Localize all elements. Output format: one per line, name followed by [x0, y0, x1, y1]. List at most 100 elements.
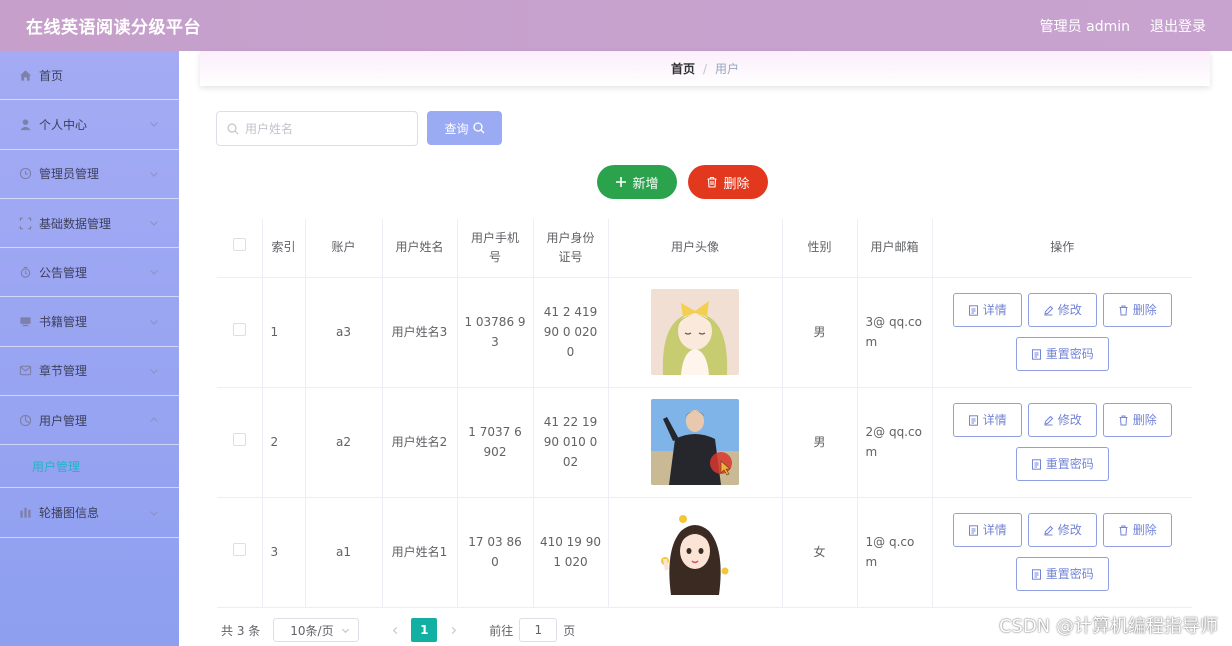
reset-password-label: 重置密码	[1045, 457, 1094, 471]
reset-password-button[interactable]: 重置密码	[1015, 337, 1109, 371]
breadcrumb-home[interactable]: 首页	[671, 60, 695, 77]
table-row: 3 a1 用户姓名1 17 03 86 0 410 19 901 020 女 1…	[217, 497, 1192, 608]
cell-phone: 1 7037 6 902	[457, 387, 534, 498]
search-field[interactable]	[216, 111, 418, 146]
cell-name: 用户姓名3	[382, 277, 458, 388]
cell-index: 2	[262, 387, 306, 498]
cell-phone: 17 03 86 0	[457, 497, 534, 608]
notice-icon	[18, 265, 32, 279]
delete-button[interactable]: 删除	[1102, 293, 1172, 327]
chevron-down-icon	[150, 122, 158, 128]
add-button-label: 新增	[632, 176, 659, 192]
column-header: 用户姓名	[382, 219, 458, 278]
delete-label: 删除	[1132, 523, 1157, 537]
reset-password-button[interactable]: 重置密码	[1015, 557, 1109, 591]
sidebar-item-carousel[interactable]: 轮播图信息	[0, 488, 179, 538]
sidebar-item-base-data[interactable]: 基础数据管理	[0, 199, 179, 249]
document-icon	[1031, 348, 1041, 360]
chevron-down-icon	[150, 171, 158, 177]
cell-name: 用户姓名2	[382, 387, 458, 498]
sidebar-item-chapters[interactable]: 章节管理	[0, 347, 179, 397]
delete-button[interactable]: 删除	[1102, 403, 1172, 437]
row-checkbox[interactable]	[232, 433, 246, 446]
row-actions: 详情 修改 删除 重置密码	[939, 513, 1187, 591]
sidebar-item-label: 轮播图信息	[39, 506, 100, 521]
cell-actions: 详情 修改 删除 重置密码	[932, 387, 1192, 498]
sidebar-item-label: 书籍管理	[39, 315, 88, 330]
row-checkbox[interactable]	[232, 323, 246, 336]
prev-page-button[interactable]	[385, 618, 405, 642]
sidebar-item-label: 用户管理	[39, 413, 88, 428]
trash-icon	[707, 176, 717, 188]
sidebar-item-home[interactable]: 首页	[0, 51, 179, 101]
trash-icon	[1119, 525, 1128, 535]
chevron-down-icon	[150, 221, 158, 226]
add-button[interactable]: 新增	[597, 165, 677, 199]
cell-gender: 女	[782, 497, 858, 608]
detail-button[interactable]: 详情	[952, 403, 1022, 437]
delete-button-label: 删除	[723, 176, 750, 192]
chevron-down-icon	[150, 319, 158, 325]
sidebar-item-notice[interactable]: 公告管理	[0, 248, 179, 298]
column-header: 用户身份证号	[533, 219, 609, 278]
cell-actions: 详情 修改 删除 重置密码	[932, 277, 1192, 388]
batch-delete-button[interactable]: 删除	[688, 165, 768, 199]
avatar-image	[651, 509, 739, 595]
sidebar-subitem-user-management[interactable]: 用户管理	[0, 445, 179, 489]
sidebar-item-admin[interactable]: 管理员管理	[0, 150, 179, 199]
page-size-select[interactable]: 10条/页	[273, 618, 360, 642]
row-checkbox[interactable]	[232, 543, 246, 556]
edit-button[interactable]: 修改	[1027, 403, 1097, 437]
delete-button[interactable]: 删除	[1102, 513, 1172, 547]
row-select-cell[interactable]	[217, 387, 263, 498]
row-select-cell[interactable]	[217, 497, 263, 608]
reset-password-button[interactable]: 重置密码	[1015, 447, 1109, 481]
sidebar-item-profile[interactable]: 个人中心	[0, 100, 179, 150]
delete-label: 删除	[1132, 303, 1157, 317]
reset-password-label: 重置密码	[1045, 567, 1094, 581]
column-header: 性别	[782, 219, 858, 278]
table-row: 2 a2 用户姓名2 1 7037 6 902 41 22 19 90 010 …	[217, 387, 1192, 498]
row-select-cell[interactable]	[217, 277, 263, 388]
current-user-label[interactable]: 管理员 admin	[1040, 16, 1130, 36]
chevron-down-icon	[150, 368, 158, 374]
column-header: 索引	[262, 219, 306, 278]
sidebar-item-users[interactable]: 用户管理	[0, 396, 179, 446]
cell-email: 1@ q.co m	[857, 497, 933, 608]
cell-actions: 详情 修改 删除 重置密码	[932, 497, 1192, 608]
chevron-down-icon	[342, 628, 350, 633]
search-input[interactable]	[245, 121, 405, 136]
search-icon	[227, 122, 239, 134]
next-page-button[interactable]	[443, 618, 463, 642]
cell-avatar	[608, 277, 783, 388]
query-button[interactable]: 查询	[427, 111, 502, 145]
page-number-active[interactable]: 1	[411, 618, 438, 642]
chapter-icon	[18, 364, 32, 378]
goto-page-input[interactable]	[519, 618, 558, 642]
detail-button[interactable]: 详情	[952, 513, 1022, 547]
user-table: 索引 账户 用户姓名 用户手机号 用户身份证号 用户头像 性别 用户邮箱 操作 …	[217, 219, 1192, 608]
cell-gender: 男	[782, 277, 858, 388]
edit-button[interactable]: 修改	[1027, 293, 1097, 327]
delete-label: 删除	[1132, 413, 1157, 427]
column-header: 账户	[305, 219, 383, 278]
select-all-cell[interactable]	[217, 219, 263, 278]
document-icon	[968, 304, 978, 316]
logout-link[interactable]: 退出登录	[1150, 16, 1206, 36]
cell-account: a1	[305, 497, 383, 608]
chevron-down-icon	[150, 510, 158, 516]
edit-button[interactable]: 修改	[1027, 513, 1097, 547]
cell-gender: 男	[782, 387, 858, 498]
sidebar-item-books[interactable]: 书籍管理	[0, 297, 179, 347]
select-all-checkbox[interactable]	[232, 238, 246, 252]
sidebar-item-label: 首页	[39, 68, 64, 83]
detail-button[interactable]: 详情	[952, 293, 1022, 327]
cell-id-card: 410 19 901 020	[533, 497, 609, 608]
app-title: 在线英语阅读分级平台	[26, 18, 201, 38]
detail-label: 详情	[982, 303, 1007, 317]
edit-icon	[1044, 525, 1053, 535]
users-icon	[18, 413, 32, 427]
avatar-image	[651, 399, 739, 485]
cell-id-card: 41 22 19 90 010 0 02	[533, 387, 609, 498]
breadcrumb-current: 用户	[715, 62, 740, 76]
